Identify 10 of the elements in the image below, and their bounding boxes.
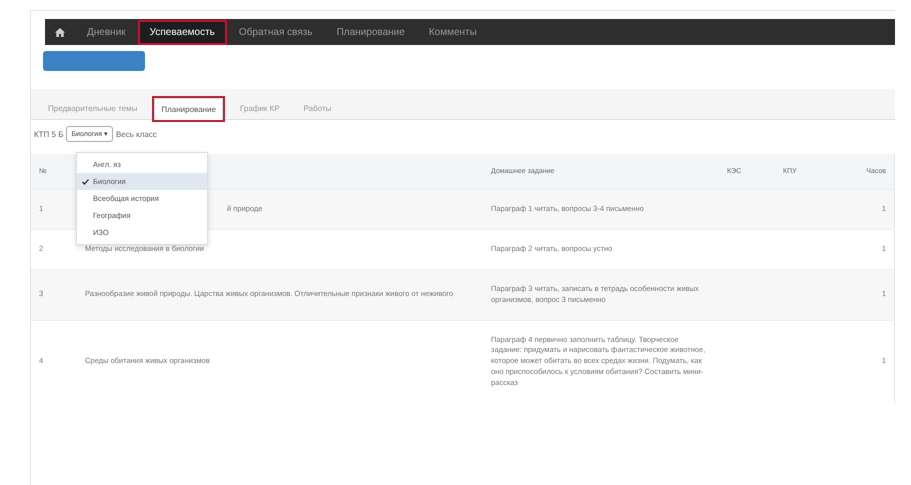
nav-item[interactable]: Планирование <box>326 22 415 42</box>
nav-item[interactable]: Обратная связь <box>228 22 323 42</box>
tab[interactable]: Планирование <box>154 98 223 120</box>
group-label: Весь класс <box>116 130 157 138</box>
nav-item[interactable]: Дневник <box>77 22 136 42</box>
check-icon <box>82 179 89 185</box>
nav-item[interactable]: Комменты <box>418 22 487 42</box>
home-icon[interactable] <box>55 28 65 36</box>
nav-item[interactable]: Успеваемость <box>140 22 225 42</box>
class-label: КТП 5 Б <box>34 130 64 138</box>
